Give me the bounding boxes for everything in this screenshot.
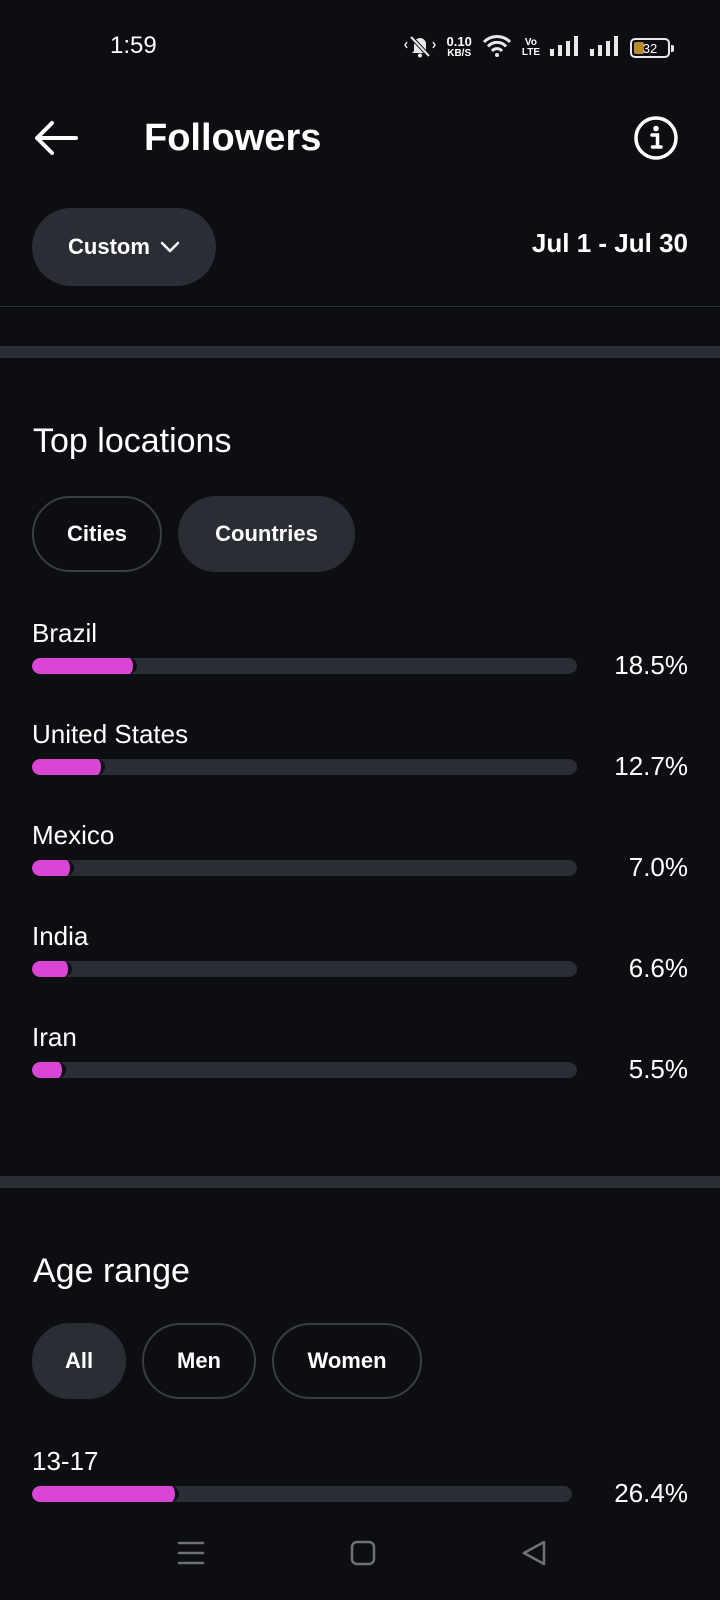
- period-label: Custom: [68, 234, 150, 259]
- page-title: Followers: [144, 117, 322, 159]
- wifi-icon: [482, 34, 512, 63]
- status-icons: 0.10 KB/S Vo LTE 32: [403, 33, 674, 64]
- location-label: United States: [32, 719, 189, 749]
- tab-countries-label: Countries: [215, 521, 318, 546]
- location-value: 6.6%: [628, 953, 688, 983]
- info-button[interactable]: [626, 108, 686, 168]
- location-label: Mexico: [32, 820, 115, 850]
- net-speed: 0.10 KB/S: [446, 34, 472, 60]
- age-range-title: Age range: [33, 1252, 190, 1290]
- battery-icon: 32: [630, 38, 674, 58]
- back-button[interactable]: [26, 108, 86, 168]
- location-value: 18.5%: [614, 650, 688, 680]
- top-locations-title: Top locations: [33, 422, 232, 460]
- location-label: India: [32, 921, 89, 951]
- chevron-down-icon: [160, 241, 180, 253]
- info-icon: [634, 116, 678, 160]
- age-bar-fill: [32, 1486, 179, 1502]
- location-row: Iran 5.5%: [0, 1022, 720, 1122]
- filter-row: Custom Jul 1 - Jul 30: [0, 206, 720, 307]
- age-label: 13-17: [32, 1446, 99, 1476]
- location-bar-track: [32, 759, 577, 775]
- age-bar-track: [32, 1486, 572, 1502]
- screen: 1:59 0.10 KB/S Vo LTE 32 Followers Custo…: [0, 0, 720, 1600]
- location-row: Brazil 18.5%: [0, 618, 720, 718]
- back-triangle-icon: [522, 1540, 546, 1566]
- period-dropdown[interactable]: Custom: [32, 208, 216, 286]
- recent-apps-button[interactable]: [166, 1528, 216, 1578]
- net-speed-unit: KB/S: [447, 48, 472, 59]
- system-back-button[interactable]: [509, 1528, 559, 1578]
- location-bar-track: [32, 1062, 577, 1078]
- location-value: 7.0%: [628, 852, 688, 882]
- volte-bottom: LTE: [521, 47, 540, 58]
- location-row: Mexico 7.0%: [0, 820, 720, 920]
- tab-all-label: All: [64, 1348, 94, 1373]
- location-bar-track: [32, 961, 577, 977]
- net-speed-value: 0.10: [446, 34, 472, 49]
- system-nav-bar: [0, 1506, 720, 1600]
- tab-women[interactable]: Women: [272, 1323, 422, 1399]
- status-time: 1:59: [110, 32, 157, 59]
- battery-level: 32: [642, 40, 658, 56]
- location-label: Brazil: [32, 618, 98, 648]
- section-divider: [0, 346, 720, 358]
- location-row: United States 12.7%: [0, 719, 720, 819]
- tab-cities[interactable]: Cities: [32, 496, 162, 572]
- section-divider: [0, 1176, 720, 1188]
- tab-cities-label: Cities: [67, 521, 127, 546]
- menu-icon: [177, 1541, 205, 1565]
- location-row: India 6.6%: [0, 921, 720, 1021]
- signal-icon: [590, 35, 620, 61]
- location-label: Iran: [32, 1022, 77, 1052]
- back-arrow-icon: [35, 121, 78, 155]
- location-bar-track: [32, 658, 577, 674]
- header: Followers: [0, 96, 720, 206]
- tab-all[interactable]: All: [32, 1323, 126, 1399]
- location-bar-fill: [32, 759, 106, 775]
- date-range: Jul 1 - Jul 30: [531, 228, 688, 258]
- location-bar-fill: [32, 860, 75, 876]
- tab-women-label: Women: [307, 1348, 387, 1373]
- location-bar-fill: [32, 961, 72, 977]
- age-value: 26.4%: [614, 1478, 688, 1508]
- location-bar-fill: [32, 1062, 66, 1078]
- tab-men[interactable]: Men: [142, 1323, 256, 1399]
- home-button[interactable]: [338, 1528, 388, 1578]
- status-bar: 1:59 0.10 KB/S Vo LTE 32: [0, 0, 720, 96]
- mute-icon: [403, 33, 437, 64]
- location-bar-track: [32, 860, 577, 876]
- location-value: 5.5%: [628, 1054, 688, 1084]
- location-value: 12.7%: [614, 751, 688, 781]
- tab-men-label: Men: [177, 1348, 221, 1373]
- location-bar-fill: [32, 658, 137, 674]
- tab-countries[interactable]: Countries: [178, 496, 355, 572]
- volte-indicator: Vo LTE: [522, 38, 540, 58]
- home-icon: [350, 1540, 376, 1566]
- signal-icon: [550, 35, 580, 61]
